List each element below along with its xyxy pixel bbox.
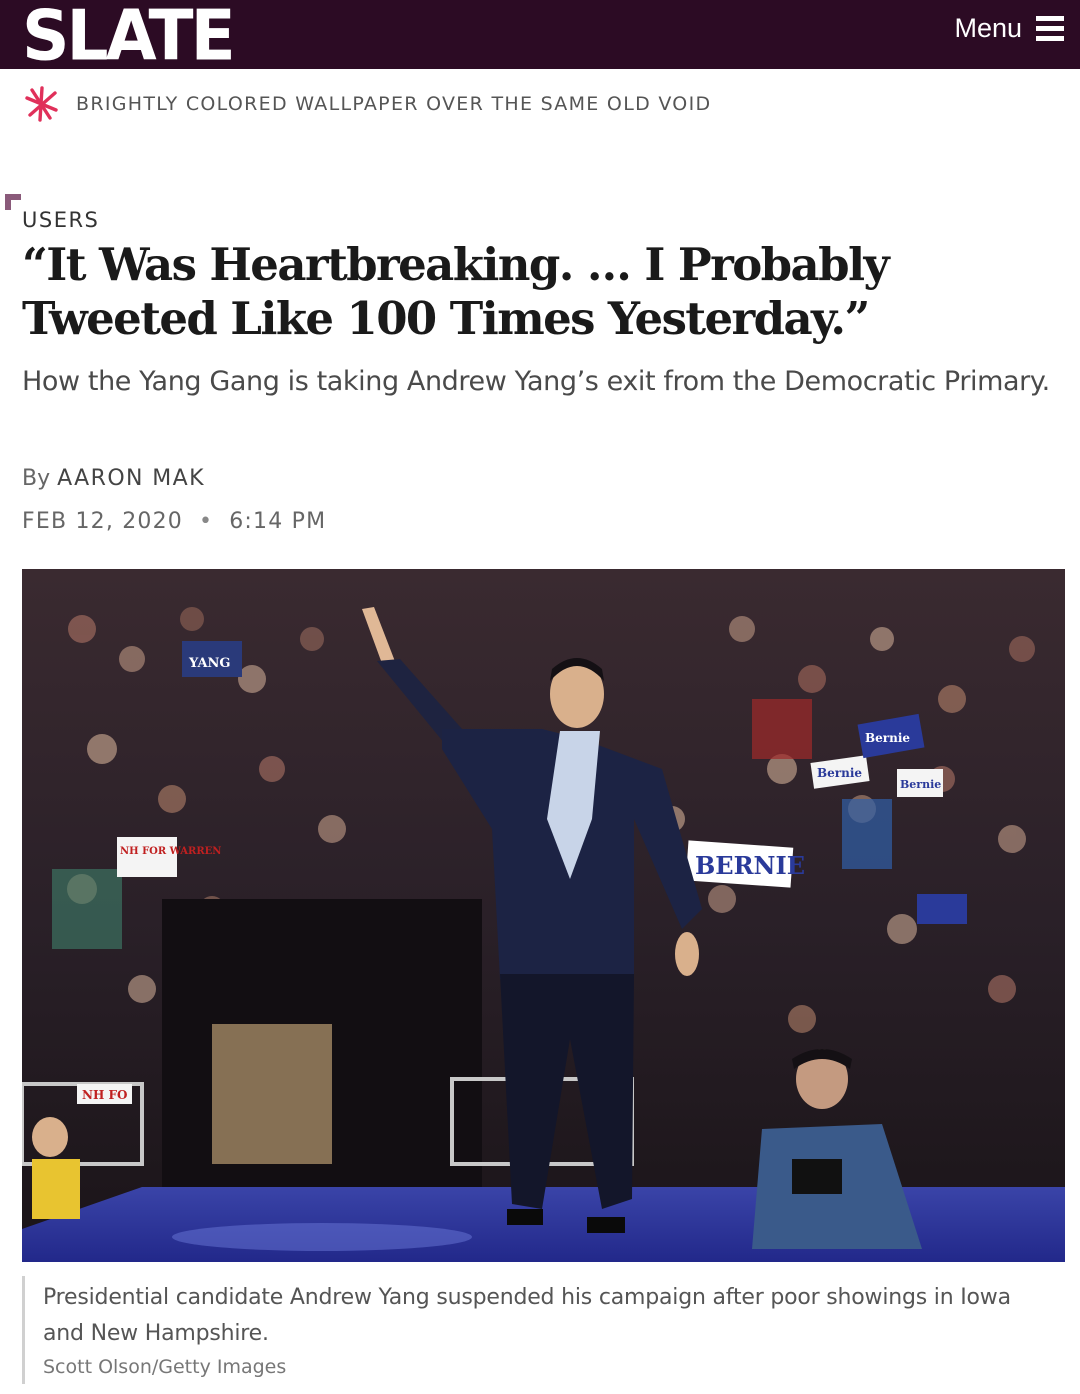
image-credit: Scott Olson/Getty Images — [43, 1356, 287, 1378]
sign-bernie-2: Bernie — [900, 778, 941, 791]
sign-yang: YANG — [188, 656, 231, 671]
author-link[interactable]: AARON MAK — [57, 466, 205, 491]
article-dek: How the Yang Gang is taking Andrew Yang’… — [22, 366, 1050, 397]
sign-bernie-big: BERNIE — [695, 851, 805, 880]
byline-prefix: By — [22, 466, 51, 491]
dateline: FEB 12, 2020 • 6:14 PM — [22, 509, 326, 534]
caption-rule — [22, 1276, 25, 1384]
hamburger-icon — [1036, 15, 1064, 41]
sign-bernie-1: Bernie — [817, 766, 862, 780]
sign-nh-for-warren: NH FOR WARREN — [120, 846, 221, 857]
tagline-text: BRIGHTLY COLORED WALLPAPER OVER THE SAME… — [76, 93, 712, 115]
sign-nh-fo: NH FO — [82, 1088, 127, 1102]
slate-asterisk-icon — [25, 86, 58, 122]
sign-bernie-3: Bernie — [865, 731, 910, 745]
publish-date: FEB 12, 2020 — [22, 509, 184, 534]
image-caption: Presidential candidate Andrew Yang suspe… — [43, 1285, 1011, 1346]
menu-button[interactable]: Menu — [954, 10, 1064, 46]
article-headline: “It Was Heartbreaking. … I Probably Twee… — [22, 238, 890, 345]
section-label[interactable]: USERS — [22, 208, 99, 232]
slate-logo[interactable]: SLATE — [22, 1, 236, 71]
site-tagline: BRIGHTLY COLORED WALLPAPER OVER THE SAME… — [22, 84, 711, 124]
date-separator: • — [199, 509, 214, 534]
menu-label: Menu — [954, 12, 1022, 43]
lead-image-illustration: YANG Bernie Bernie Bernie BERNIE NH FOR … — [22, 569, 1065, 1262]
lead-image: YANG Bernie Bernie Bernie BERNIE NH FOR … — [22, 569, 1065, 1262]
site-header: SLATE Menu — [0, 0, 1080, 71]
byline: By AARON MAK — [22, 466, 205, 491]
section-corner-mark — [5, 194, 21, 210]
publish-time: 6:14 PM — [229, 509, 327, 534]
